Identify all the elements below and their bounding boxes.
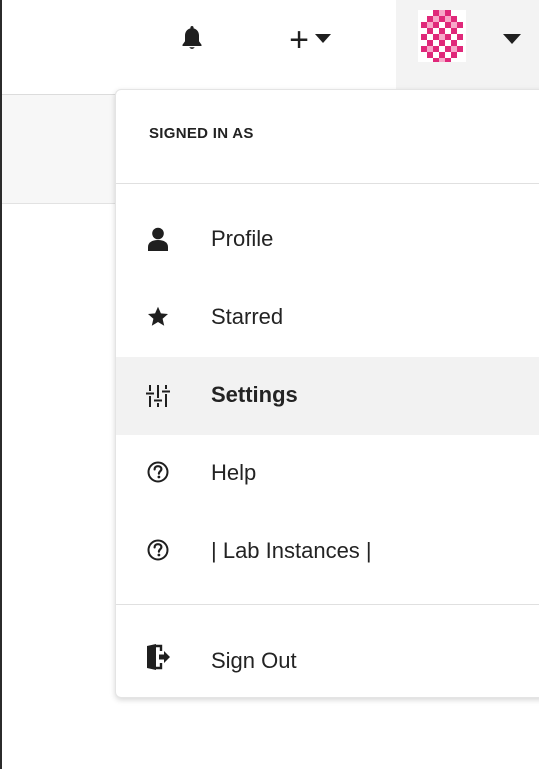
menu-item-lab-instances[interactable]: | Lab Instances |	[116, 513, 539, 591]
sign-out-icon	[145, 644, 171, 670]
new-item-button[interactable]: +	[270, 20, 350, 60]
menu-item-label: Profile	[211, 226, 274, 251]
user-dropdown-menu: SIGNED IN AS Profile Starred Settings He…	[115, 89, 539, 698]
notifications-button[interactable]	[170, 20, 214, 60]
question-circle-icon	[145, 459, 171, 485]
menu-item-label: Help	[211, 460, 257, 485]
menu-item-sign-out[interactable]: Sign Out	[116, 621, 539, 699]
menu-item-help[interactable]: Help	[116, 435, 539, 513]
menu-item-starred[interactable]: Starred	[116, 279, 539, 357]
star-icon	[145, 304, 171, 330]
user-icon	[145, 226, 171, 252]
dropdown-header: SIGNED IN AS	[116, 90, 539, 184]
caret-down-icon	[503, 32, 521, 50]
avatar	[418, 10, 466, 62]
menu-item-profile[interactable]: Profile	[116, 201, 539, 279]
question-circle-icon	[145, 537, 171, 563]
menu-item-settings[interactable]: Settings	[116, 357, 539, 435]
bell-icon	[181, 25, 203, 56]
signed-in-as-label: SIGNED IN AS	[149, 125, 254, 142]
menu-divider	[116, 604, 539, 605]
menu-item-label: Sign Out	[211, 648, 297, 673]
menu-item-label: Starred	[211, 304, 284, 329]
caret-down-icon	[314, 31, 331, 49]
menu-item-label: Settings	[211, 382, 298, 407]
sliders-icon	[145, 383, 171, 409]
plus-icon: +	[289, 21, 309, 59]
menu-item-label: | Lab Instances |	[211, 538, 372, 563]
